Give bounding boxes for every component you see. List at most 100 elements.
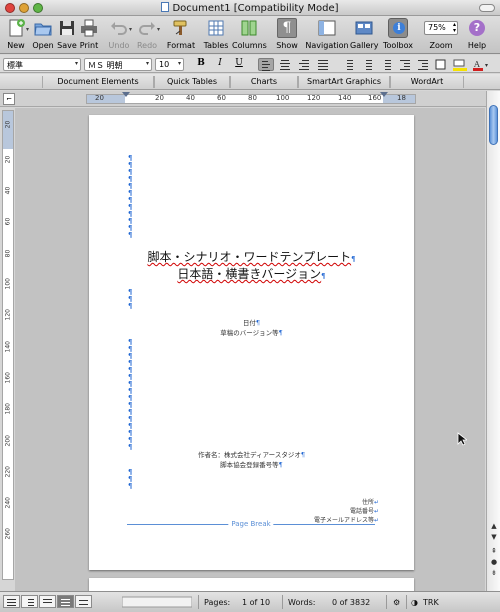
vruler-tick: 60 xyxy=(4,217,12,226)
spelling-status-icon[interactable]: ⚙ xyxy=(393,598,400,607)
address-line[interactable]: 住所↵ xyxy=(362,497,379,506)
format-painter-button[interactable]: Format xyxy=(166,18,196,50)
document-page[interactable]: ¶ ¶ ¶ ¶ ¶ ¶ ¶ ¶ ¶ ¶ ¶ ¶ 脚本・シナリオ・ワードテンプレート¶ 日本語・横書きバ… xyxy=(89,115,414,570)
vruler-tick: 20 xyxy=(4,120,12,129)
undo-label: Undo xyxy=(108,41,130,50)
zoom-value: 75% xyxy=(428,23,446,32)
new-dropdown-icon[interactable]: ▾ xyxy=(26,26,29,33)
date-line[interactable]: 日付¶ xyxy=(89,317,414,327)
style-select[interactable]: 標準 ▾ xyxy=(3,58,81,71)
zoom-field[interactable]: 75% ▴ ▾ xyxy=(424,21,458,35)
draft-view-button[interactable] xyxy=(3,595,20,608)
navigation-button[interactable]: Navigation xyxy=(305,18,349,50)
show-button[interactable]: ¶ Show xyxy=(274,18,300,50)
registration-line[interactable]: 脚本協会登録番号等¶ xyxy=(89,459,414,469)
bold-button[interactable]: B xyxy=(194,58,208,71)
new-button[interactable]: ▾ New xyxy=(4,18,29,50)
toolbox-button[interactable]: i Toolbox xyxy=(381,18,415,50)
columns-button[interactable]: Columns xyxy=(232,18,267,50)
first-line-indent-marker[interactable] xyxy=(122,92,130,97)
font-color-button[interactable]: A ▾ xyxy=(472,58,494,71)
help-button[interactable]: ? Help xyxy=(466,18,488,50)
bullets-button[interactable] xyxy=(359,58,375,71)
vertical-scrollbar[interactable]: ▲ ▼ ⇞ ● ⇟ xyxy=(486,91,500,591)
track-changes-icon[interactable]: ◑ xyxy=(411,598,418,607)
vruler-tick: 160 xyxy=(4,372,12,384)
save-button[interactable]: Save xyxy=(56,18,78,50)
undo-button[interactable]: ▾ Undo xyxy=(107,18,132,50)
open-button[interactable]: Open xyxy=(32,18,54,50)
tab-document-elements[interactable]: Document Elements xyxy=(42,76,154,88)
tab-smartart-graphics[interactable]: SmartArt Graphics xyxy=(298,76,390,88)
track-changes-label[interactable]: TRK xyxy=(423,598,439,607)
redo-dropdown-icon[interactable]: ▾ xyxy=(157,26,160,33)
vruler-tick: 180 xyxy=(4,403,12,415)
ruler-tick: 20 xyxy=(95,94,104,102)
gallery-button[interactable]: Gallery xyxy=(350,18,379,50)
align-right-button[interactable] xyxy=(296,58,312,71)
formatting-toolbar: 標準 ▾ ＭＳ 明朝 ▾ 10 ▾ B I U A ▾ xyxy=(0,55,500,73)
empty-paragraphs-lower: ¶ ¶ ¶ ¶ ¶ ¶ ¶ ¶ ¶ ¶ ¶ ¶ ¶ ¶ ¶ ¶ xyxy=(128,338,133,451)
draft-version-line[interactable]: 草稿のバージョン等¶ xyxy=(89,327,414,337)
font-size-select[interactable]: 10 ▾ xyxy=(155,58,184,71)
save-label: Save xyxy=(57,41,77,50)
navigation-label: Navigation xyxy=(305,41,349,50)
tables-button[interactable]: Tables xyxy=(203,18,229,50)
print-button[interactable]: Print xyxy=(78,18,100,50)
notebook-layout-button[interactable] xyxy=(75,595,92,608)
italic-button[interactable]: I xyxy=(213,58,227,71)
mouse-pointer-icon xyxy=(457,432,467,446)
publishing-layout-button[interactable] xyxy=(39,595,56,608)
scroll-up-arrow-icon[interactable]: ▲ xyxy=(488,521,500,532)
tab-quick-tables[interactable]: Quick Tables xyxy=(154,76,230,88)
numbering-button[interactable] xyxy=(378,58,394,71)
vertical-ruler[interactable]: 20 20 40 60 80 100 120 140 160 180 200 2… xyxy=(2,110,14,580)
horizontal-scrollbar[interactable] xyxy=(122,596,192,608)
phone-line[interactable]: 電話番号↵ xyxy=(350,506,379,515)
align-center-button[interactable] xyxy=(277,58,293,71)
redo-button[interactable]: ▾ Redo xyxy=(135,18,160,50)
toolbar-toggle-button[interactable] xyxy=(479,4,495,12)
vruler-tick: 200 xyxy=(4,435,12,447)
scroll-down-arrow-icon[interactable]: ▼ xyxy=(488,532,500,543)
increase-indent-button[interactable] xyxy=(415,58,431,71)
horizontal-ruler[interactable]: 20 20 40 60 80 100 120 140 160 18 xyxy=(86,92,416,104)
zoom-control[interactable]: 75% ▴ ▾ Zoom xyxy=(422,18,460,50)
author-line[interactable]: 作者名：株式会社ディアースタジオ¶ xyxy=(89,449,414,459)
tab-charts[interactable]: Charts xyxy=(230,76,298,88)
justify-button[interactable] xyxy=(315,58,331,71)
print-layout-button[interactable] xyxy=(57,595,74,608)
zoom-stepper-icon[interactable]: ▴ ▾ xyxy=(453,22,456,34)
script-title-line-1[interactable]: 脚本・シナリオ・ワードテンプレート¶ xyxy=(89,248,414,265)
ruler-tick: 40 xyxy=(186,94,195,102)
vertical-scroll-thumb[interactable] xyxy=(489,105,498,145)
window-title-wrap: Document1 [Compatibility Mode] xyxy=(0,2,500,14)
decrease-indent-button[interactable] xyxy=(397,58,413,71)
script-title-line-2[interactable]: 日本語・横書きバージョン¶ xyxy=(89,265,414,282)
next-page-icon[interactable]: ⇟ xyxy=(488,568,500,579)
toolbox-info-icon: i xyxy=(388,18,408,38)
outline-view-button[interactable] xyxy=(21,595,38,608)
line-spacing-button[interactable] xyxy=(340,58,356,71)
vruler-tick: 40 xyxy=(4,186,12,195)
font-select[interactable]: ＭＳ 明朝 ▾ xyxy=(84,58,152,71)
next-page-edge[interactable] xyxy=(89,578,414,591)
svg-text:▾: ▾ xyxy=(485,62,488,69)
vruler-tick: 140 xyxy=(4,341,12,353)
align-left-button[interactable] xyxy=(258,58,274,71)
font-value: ＭＳ 明朝 xyxy=(88,61,123,70)
tab-wordart[interactable]: WordArt xyxy=(390,76,464,88)
undo-arrow-icon xyxy=(111,22,127,35)
undo-dropdown-icon[interactable]: ▾ xyxy=(129,26,132,33)
highlight-marker-icon xyxy=(453,59,467,71)
browse-object-icon[interactable]: ● xyxy=(488,557,500,568)
vruler-tick: 100 xyxy=(4,278,12,290)
highlight-button[interactable] xyxy=(452,58,468,71)
previous-page-icon[interactable]: ⇞ xyxy=(488,546,500,557)
underline-button[interactable]: U xyxy=(232,58,246,71)
ruler-tick: 140 xyxy=(338,94,352,102)
borders-button[interactable] xyxy=(434,58,448,71)
document-work-area[interactable]: ¶ ¶ ¶ ¶ ¶ ¶ ¶ ¶ ¶ ¶ ¶ ¶ 脚本・シナリオ・ワードテンプレート¶ 日本語・横書きバ… xyxy=(15,108,485,591)
tab-stop-selector[interactable]: ⌐ xyxy=(3,93,15,105)
right-indent-marker[interactable] xyxy=(380,92,388,97)
